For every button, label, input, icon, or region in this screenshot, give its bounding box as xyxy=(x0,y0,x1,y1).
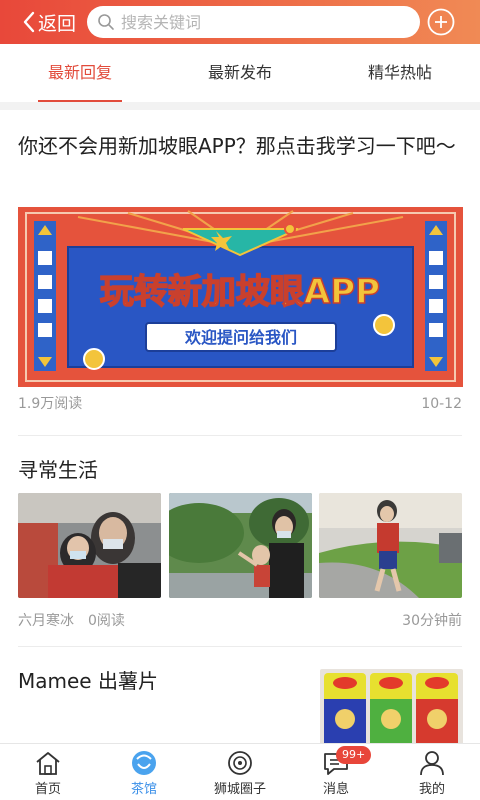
post-meta: 1.9万阅读 10-12 xyxy=(18,387,462,435)
nav-label: 茶馆 xyxy=(130,782,157,797)
post-photo[interactable] xyxy=(18,493,161,598)
post-meta: 六月寒冰 0阅读 30分钟前 xyxy=(18,598,462,646)
post-feed: 你还不会用新加坡眼APP？那点击我学习一下吧～ 玩转新加坡眼APP 欢迎提问给我… xyxy=(0,110,480,743)
banner-artwork: 玩转新加坡眼APP 欢迎提问给我们 xyxy=(18,207,463,387)
nav-circle[interactable]: 狮城圈子 xyxy=(192,744,288,800)
nav-profile[interactable]: 我的 xyxy=(384,744,480,800)
teahouse-icon xyxy=(132,751,156,775)
chevron-left-icon xyxy=(23,11,35,33)
view-count: 1.9万阅读 xyxy=(18,396,83,412)
image-grid xyxy=(18,493,462,598)
search-bar[interactable] xyxy=(87,6,420,38)
post-title: 你还不会用新加坡眼APP？那点击我学习一下吧～ xyxy=(18,134,456,158)
post-photo[interactable] xyxy=(320,669,463,743)
post-card[interactable]: 寻常生活 六月寒冰 0阅读 30分钟前 xyxy=(18,436,462,647)
post-photo[interactable] xyxy=(168,493,312,598)
banner-subline: 欢迎提问给我们 xyxy=(184,328,297,347)
banner-headline: 玩转新加坡眼APP xyxy=(100,272,380,312)
back-label: 返回 xyxy=(38,12,77,35)
circle-icon xyxy=(228,751,252,775)
post-card[interactable]: 你还不会用新加坡眼APP？那点击我学习一下吧～ 玩转新加坡眼APP 欢迎提问给我… xyxy=(18,110,463,436)
author-name: 六月寒冰 xyxy=(18,613,74,629)
feed-tabs: 最新回复 最新发布 精华热帖 xyxy=(0,44,480,102)
post-time: 30分钟前 xyxy=(402,613,462,629)
nav-home[interactable]: 首页 xyxy=(0,744,96,800)
back-button[interactable]: 返回 xyxy=(22,2,82,42)
nav-label: 狮城圈子 xyxy=(213,782,266,797)
tab-latest-reply[interactable]: 最新回复 xyxy=(0,44,160,102)
app-screen: 返回 最新回复 最新发布 精华热帖 你还不会用新加坡眼APP？那点击我学习一下吧… xyxy=(0,0,480,800)
nav-label: 消息 xyxy=(322,782,349,797)
nav-messages[interactable]: 消息 99+ xyxy=(288,744,384,800)
nav-teahouse[interactable]: 茶馆 xyxy=(96,744,192,800)
top-bar: 返回 xyxy=(0,0,480,44)
post-title: 寻常生活 xyxy=(18,458,98,482)
nav-label: 首页 xyxy=(34,782,61,797)
post-banner-image[interactable]: 玩转新加坡眼APP 欢迎提问给我们 xyxy=(18,207,463,387)
profile-icon xyxy=(420,751,444,776)
search-icon xyxy=(98,14,114,30)
meta-left: 六月寒冰 0阅读 xyxy=(18,598,125,646)
post-date: 10-12 xyxy=(421,396,462,412)
unread-badge: 99+ xyxy=(336,746,372,764)
post-photo[interactable] xyxy=(319,493,462,598)
search-input[interactable] xyxy=(121,12,411,32)
add-post-icon[interactable] xyxy=(427,8,455,36)
home-icon xyxy=(36,752,60,775)
view-count: 0阅读 xyxy=(88,613,125,629)
divider xyxy=(0,102,480,110)
post-card[interactable]: Mamee 出薯片 xyxy=(18,647,463,743)
nav-label: 我的 xyxy=(418,782,445,797)
tab-featured[interactable]: 精华热帖 xyxy=(320,44,480,102)
bottom-navigation: 首页 茶馆 狮城圈子 消息 99+ 我的 xyxy=(0,743,480,800)
tab-latest-post[interactable]: 最新发布 xyxy=(160,44,320,102)
